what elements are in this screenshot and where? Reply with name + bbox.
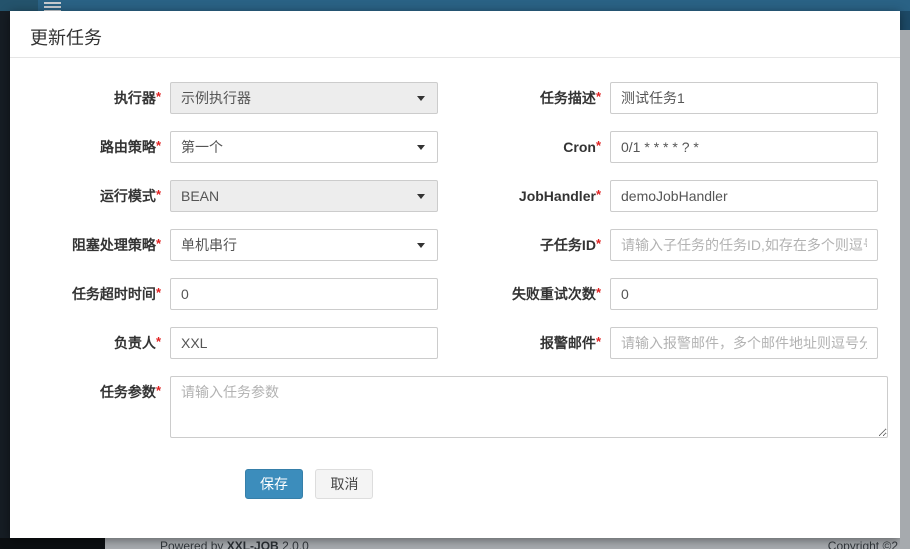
form-row: 运行模式* BEAN JobHandler* xyxy=(10,180,888,212)
fail-retry-label: 失败重试次数* xyxy=(438,278,610,310)
required-mark: * xyxy=(596,334,601,349)
required-mark: * xyxy=(156,89,161,104)
footer-text: Powered by XXL-JOB 2.0.0 Copyright ©2 xyxy=(105,538,910,549)
glue-type-select[interactable]: BEAN xyxy=(170,180,438,212)
job-handler-input[interactable] xyxy=(610,180,878,212)
timeout-input[interactable] xyxy=(170,278,438,310)
cron-input[interactable] xyxy=(610,131,878,163)
block-strategy-select-value: 单机串行 xyxy=(181,237,237,253)
modal-footer-buttons: 保存 取消 xyxy=(10,469,888,499)
update-job-modal: 更新任务 执行器* 示例执行器 任务描述* 路由策略* 第一个 xyxy=(10,11,900,538)
fail-retry-input[interactable] xyxy=(610,278,878,310)
brand-label: XXL-JOB xyxy=(227,539,279,549)
modal-title: 更新任务 xyxy=(30,27,880,49)
required-mark: * xyxy=(596,236,601,251)
required-mark: * xyxy=(156,383,161,398)
version-label: 2.0.0 xyxy=(282,539,309,549)
executor-select-value: 示例执行器 xyxy=(181,90,251,106)
navbar-logo-segment xyxy=(0,0,38,11)
powered-by-label: Powered by xyxy=(160,539,223,549)
chevron-down-icon xyxy=(417,243,425,248)
form-row: 阻塞处理策略* 单机串行 子任务ID* xyxy=(10,229,888,261)
block-strategy-select[interactable]: 单机串行 xyxy=(170,229,438,261)
required-mark: * xyxy=(596,187,601,202)
job-handler-label: JobHandler* xyxy=(438,180,610,212)
form-row: 执行器* 示例执行器 任务描述* xyxy=(10,82,888,114)
job-param-textarea[interactable] xyxy=(170,376,888,438)
child-jobid-label: 子任务ID* xyxy=(438,229,610,261)
sidebar-edge xyxy=(0,11,10,538)
alarm-email-label: 报警邮件* xyxy=(438,327,610,359)
route-strategy-select-value: 第一个 xyxy=(181,139,223,155)
author-input[interactable] xyxy=(170,327,438,359)
page-footer: Powered by XXL-JOB 2.0.0 Copyright ©2 xyxy=(0,538,910,549)
executor-select[interactable]: 示例执行器 xyxy=(170,82,438,114)
job-desc-label: 任务描述* xyxy=(438,82,610,114)
required-mark: * xyxy=(596,285,601,300)
alarm-email-input[interactable] xyxy=(610,327,878,359)
required-mark: * xyxy=(156,285,161,300)
child-jobid-input[interactable] xyxy=(610,229,878,261)
job-param-label: 任务参数* xyxy=(10,376,170,443)
sidebar-footer-corner xyxy=(0,538,105,549)
required-mark: * xyxy=(596,89,601,104)
copyright-label: Copyright ©2 xyxy=(828,539,898,549)
cancel-button[interactable]: 取消 xyxy=(315,469,373,499)
required-mark: * xyxy=(156,236,161,251)
glue-type-label: 运行模式* xyxy=(10,180,170,212)
page-edge xyxy=(900,11,910,30)
block-strategy-label: 阻塞处理策略* xyxy=(10,229,170,261)
job-desc-input[interactable] xyxy=(610,82,878,114)
required-mark: * xyxy=(156,138,161,153)
chevron-down-icon xyxy=(417,194,425,199)
vertical-scrollbar[interactable] xyxy=(900,30,910,549)
form-row: 负责人* 报警邮件* xyxy=(10,327,888,359)
timeout-label: 任务超时时间* xyxy=(10,278,170,310)
save-button[interactable]: 保存 xyxy=(245,469,303,499)
route-strategy-select[interactable]: 第一个 xyxy=(170,131,438,163)
form-row: 任务超时时间* 失败重试次数* xyxy=(10,278,888,310)
executor-label: 执行器* xyxy=(10,82,170,114)
required-mark: * xyxy=(156,334,161,349)
form-row: 路由策略* 第一个 Cron* xyxy=(10,131,888,163)
cron-label: Cron* xyxy=(438,131,610,163)
author-label: 负责人* xyxy=(10,327,170,359)
glue-type-select-value: BEAN xyxy=(181,188,219,204)
route-strategy-label: 路由策略* xyxy=(10,131,170,163)
required-mark: * xyxy=(156,187,161,202)
modal-body: 执行器* 示例执行器 任务描述* 路由策略* 第一个 Cron* xyxy=(10,58,900,499)
top-navbar xyxy=(0,0,910,11)
required-mark: * xyxy=(596,138,601,153)
chevron-down-icon xyxy=(417,96,425,101)
form-row: 任务参数* xyxy=(10,376,888,443)
chevron-down-icon xyxy=(417,145,425,150)
modal-header: 更新任务 xyxy=(10,11,900,58)
